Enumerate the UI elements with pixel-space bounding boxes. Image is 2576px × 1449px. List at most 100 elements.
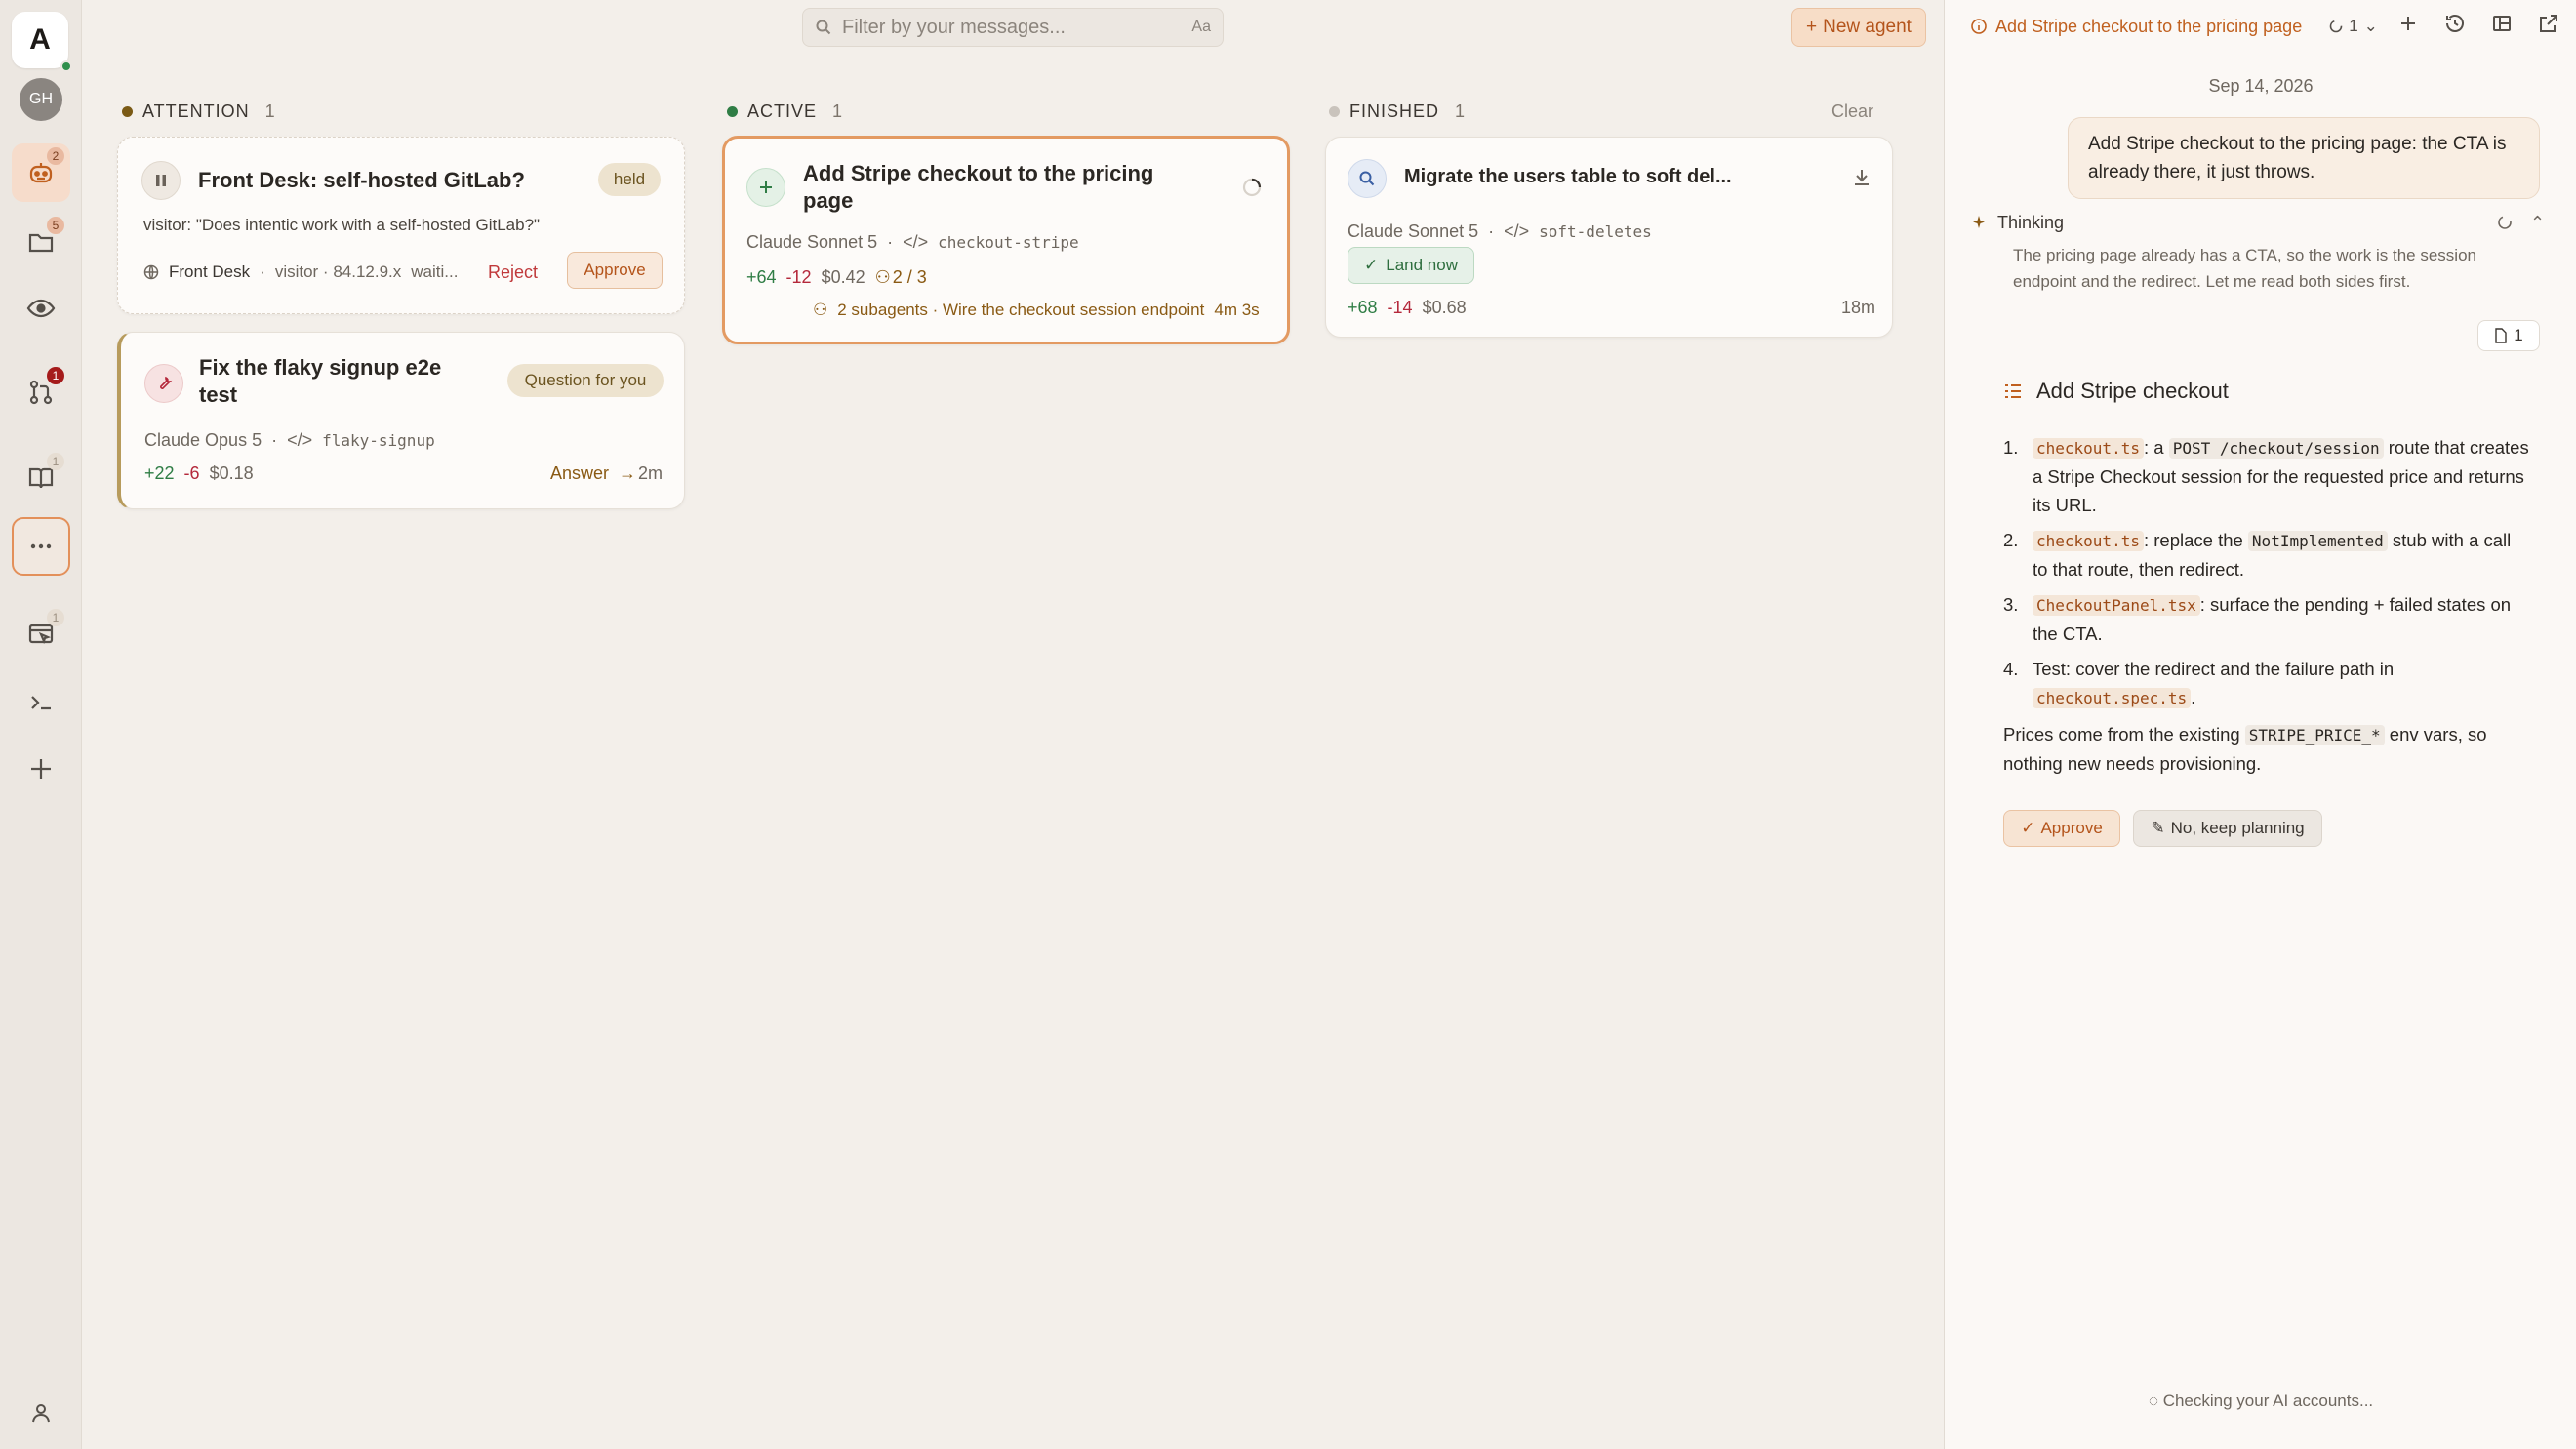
plan-note: Prices come from the existing STRIPE_PRI…	[2003, 724, 2487, 774]
rail-account[interactable]	[12, 1384, 70, 1442]
history-icon[interactable]	[2443, 12, 2467, 35]
checking-status: ◌ Checking your AI accounts...	[2148, 1391, 2374, 1410]
external-link-icon[interactable]	[2537, 12, 2560, 35]
card-meta: Claude Sonnet 5 · </> soft-deletes	[1348, 221, 1652, 241]
info-icon	[1971, 19, 1987, 34]
card-title: Fix the flaky signup e2e test	[199, 355, 442, 407]
keep-planning-button[interactable]: ✎ No, keep planning	[2133, 810, 2322, 847]
finished-dot	[1329, 105, 1340, 117]
search-input[interactable]: Filter by your messages...	[842, 17, 1182, 39]
rail-watch[interactable]	[12, 279, 70, 338]
approve-plan-button[interactable]: ✓ Approve	[2003, 810, 2120, 847]
diff-stats: +68 -14 $0.68	[1348, 298, 1467, 317]
agents-badge: 2	[47, 147, 64, 165]
active-dot	[727, 105, 738, 117]
plan-steps: 1. checkout.ts: a POST /checkout/session…	[2003, 433, 2530, 719]
globe-icon	[143, 264, 159, 280]
files-badge: 5	[47, 217, 64, 234]
agent-detail-panel: Add Stripe checkout to the pricing page …	[1944, 0, 2576, 1449]
agents-icon: ⚇	[874, 267, 891, 287]
clear-finished-link[interactable]: Clear	[1831, 98, 1873, 125]
flaky-test-card[interactable]: Fix the flaky signup e2e test Question f…	[117, 332, 685, 509]
thinking-text: The pricing page already has a CTA, so t…	[2013, 246, 2476, 291]
diff-stats: +64 -12 $0.42 ⚇ 2 / 3	[746, 267, 927, 287]
card-title: Add Stripe checkout to the pricing page	[803, 161, 1154, 213]
rail-more[interactable]	[12, 517, 70, 576]
pause-icon	[141, 161, 181, 200]
running-spinner-icon	[1242, 178, 1262, 202]
run-selector[interactable]: 1 ⌄	[2329, 17, 2378, 36]
card-meta: Front Desk · visitor · 84.12.9.x waiti..…	[143, 262, 458, 282]
check-icon: ✓	[1364, 256, 1379, 274]
arrow-right-icon: →	[619, 463, 637, 483]
rail-files[interactable]: 5	[12, 213, 70, 271]
person-icon	[32, 1404, 50, 1423]
list-icon	[2005, 384, 2021, 398]
card-title: Front Desk: self-hosted GitLab?	[198, 168, 525, 192]
plan-title: Add Stripe checkout	[2003, 379, 2229, 404]
search-icon	[1348, 159, 1387, 198]
review-badge: 1	[47, 367, 64, 384]
plan-step: 3. CheckoutPanel.tsx: surface the pendin…	[2003, 594, 2512, 644]
message-filter[interactable]: Filter by your messages... Aa	[802, 8, 1224, 47]
land-now-button[interactable]: ✓ Land now	[1348, 247, 1474, 284]
attention-column-header: ATTENTION 1	[122, 98, 275, 125]
chevron-down-icon: ⌄	[2363, 17, 2378, 35]
question-badge: Question for you	[507, 364, 664, 397]
match-case-toggle[interactable]: Aa	[1191, 19, 1211, 36]
plus-icon	[746, 168, 785, 207]
held-badge: held	[598, 163, 661, 196]
docs-badge: 1	[47, 453, 64, 470]
answer-link[interactable]: Answer →	[550, 463, 636, 484]
thinking-header[interactable]: Thinking	[1970, 213, 2064, 233]
collapse-thinking-icon[interactable]: ⌃	[2530, 213, 2545, 233]
rail-agents[interactable]: 2	[12, 143, 70, 202]
layout-icon[interactable]	[2490, 12, 2514, 35]
new-agent-button[interactable]: + New agent	[1791, 8, 1926, 47]
diff-stats: +22 -6 $0.18	[144, 463, 254, 483]
left-rail: A GH 2 5 1 1 1	[0, 0, 82, 1449]
visitor-message: visitor: "Does intentic work with a self…	[143, 216, 541, 234]
rail-browser[interactable]: 1	[12, 605, 70, 664]
plus-icon: +	[1806, 17, 1818, 37]
plus-icon[interactable]	[2396, 12, 2420, 35]
rail-add[interactable]	[12, 740, 70, 798]
code-icon: </>	[1504, 221, 1530, 241]
plus-icon	[31, 759, 51, 779]
reject-button[interactable]: Reject	[488, 262, 538, 283]
thinking-spinner-icon	[2497, 215, 2513, 235]
rail-review[interactable]: 1	[12, 363, 70, 422]
finished-column-header: FINISHED 1	[1329, 98, 1465, 125]
spinner-icon: ◌	[2148, 1391, 2158, 1410]
file-chip[interactable]: 1	[2477, 320, 2540, 351]
conversation-date: Sep 14, 2026	[2208, 76, 2314, 96]
user-message: Add Stripe checkout to the pricing page:…	[2068, 117, 2540, 199]
card-age: 2m	[638, 463, 664, 483]
code-icon: </>	[903, 232, 929, 252]
front-desk-card[interactable]: Front Desk: self-hosted GitLab? held vis…	[117, 137, 685, 314]
stripe-checkout-card[interactable]: Add Stripe checkout to the pricing page …	[722, 136, 1290, 344]
terminal-icon	[31, 696, 51, 710]
download-icon[interactable]	[1851, 167, 1872, 193]
card-title: Migrate the users table to soft del...	[1404, 166, 1732, 187]
check-icon: ✓	[2021, 819, 2035, 837]
workspace-avatar[interactable]: A	[12, 12, 68, 68]
approve-button[interactable]: Approve	[567, 252, 663, 289]
rail-docs[interactable]: 1	[12, 449, 70, 507]
search-icon	[816, 20, 831, 35]
plan-step: 2. checkout.ts: replace the NotImplement…	[2003, 530, 2512, 580]
plan-step: 1. checkout.ts: a POST /checkout/session…	[2003, 437, 2529, 515]
more-icon	[30, 543, 52, 549]
sparkle-icon	[1973, 215, 1985, 228]
migrate-users-card[interactable]: Migrate the users table to soft del... C…	[1325, 137, 1893, 338]
attention-dot	[122, 105, 133, 117]
panel-title: Add Stripe checkout to the pricing page	[1995, 16, 2303, 36]
online-status-dot	[60, 60, 72, 72]
rail-terminal[interactable]	[12, 673, 70, 732]
wrench-icon	[144, 364, 183, 403]
user-avatar[interactable]: GH	[20, 78, 62, 121]
eye-icon	[26, 299, 56, 318]
browser-badge: 1	[47, 609, 64, 626]
subagents-line[interactable]: ⚇ 2 subagents · Wire the checkout sessio…	[813, 301, 1260, 320]
card-meta: Claude Opus 5 · </> flaky-signup	[144, 430, 435, 450]
